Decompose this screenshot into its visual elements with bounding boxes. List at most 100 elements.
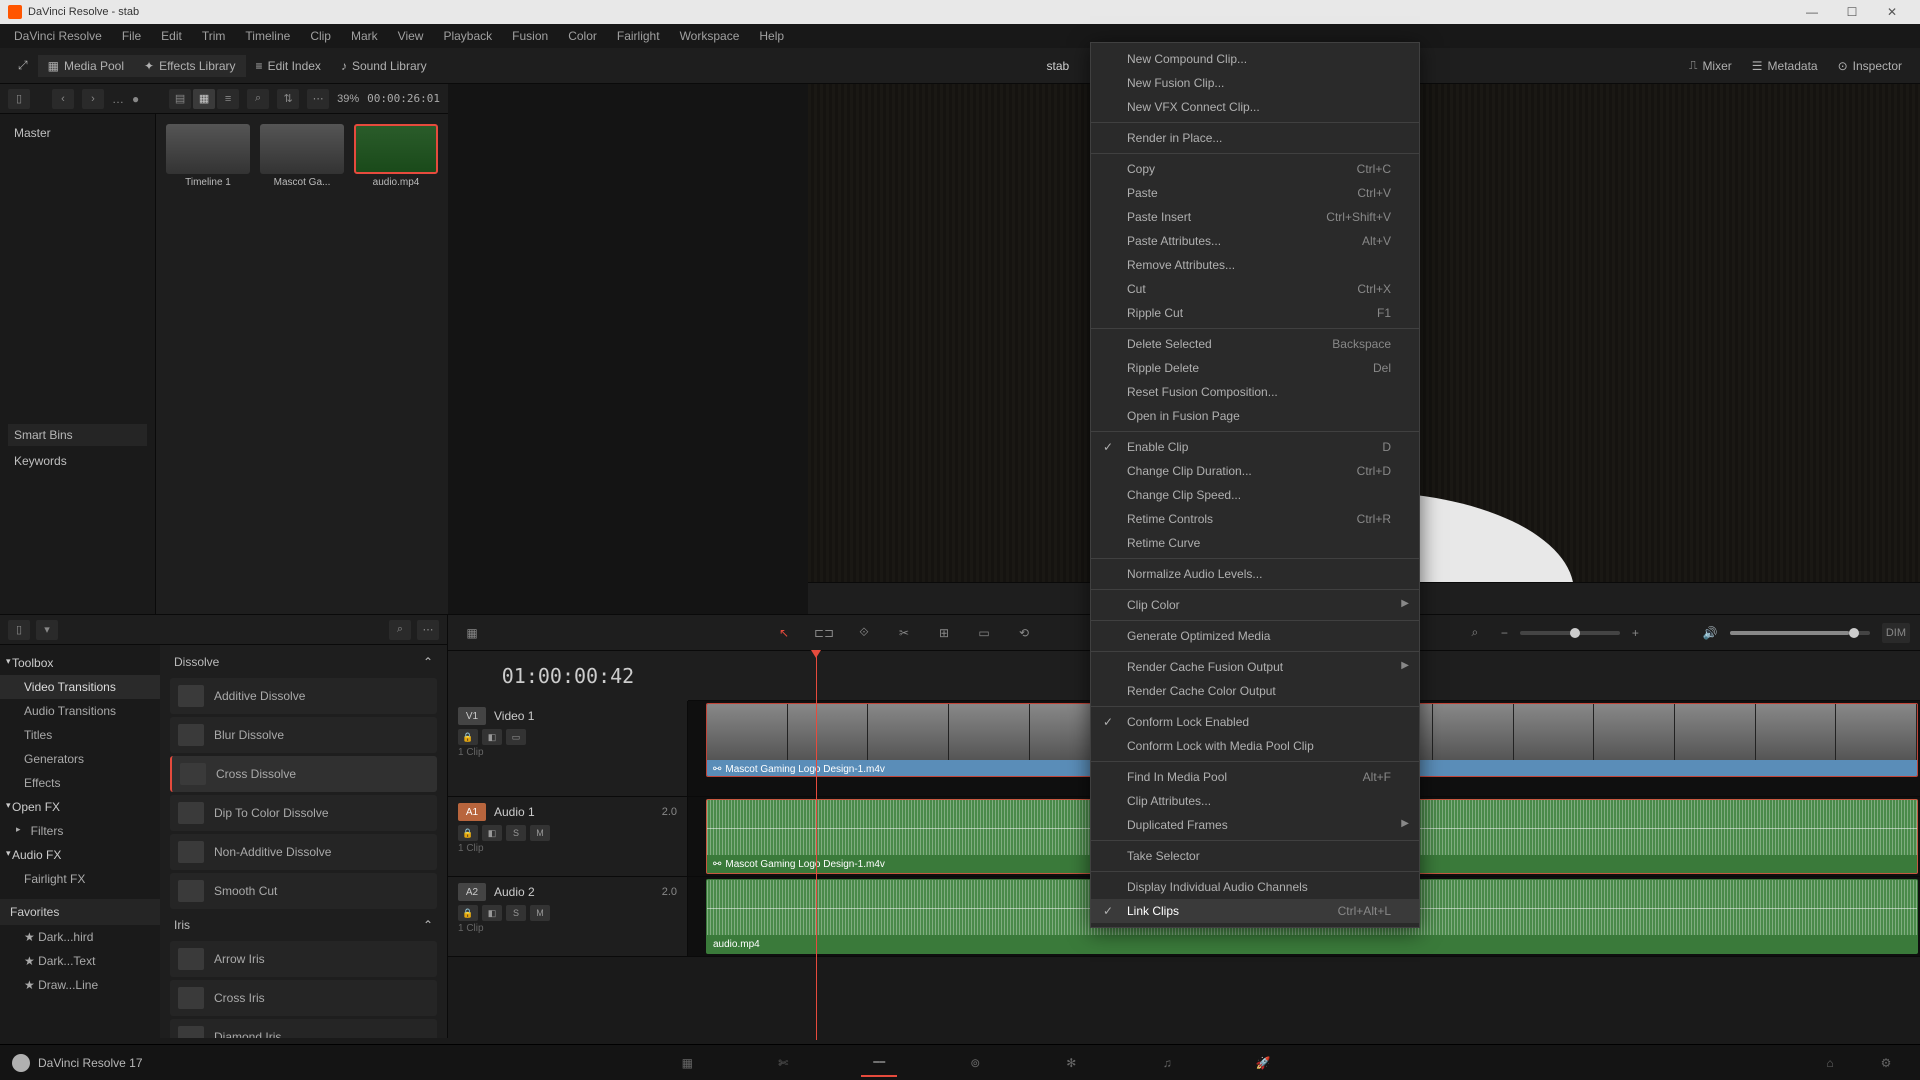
openfx-node[interactable]: ▾Open FX <box>0 795 160 819</box>
context-menu-item[interactable]: New Compound Clip... <box>1091 47 1419 71</box>
menu-view[interactable]: View <box>388 24 434 48</box>
overwrite-tool[interactable]: ▭ <box>970 621 998 645</box>
fx-preset[interactable]: Arrow Iris <box>170 941 437 977</box>
close-button[interactable]: ✕ <box>1872 0 1912 24</box>
nav-fwd-button[interactable]: › <box>82 89 104 109</box>
context-menu-item[interactable]: Ripple DeleteDel <box>1091 356 1419 380</box>
lock-button[interactable]: 🔒 <box>458 825 478 841</box>
fx-preset[interactable]: Non-Additive Dissolve <box>170 834 437 870</box>
effects-library-toggle[interactable]: ✦Effects Library <box>134 55 246 77</box>
context-menu-item[interactable]: ✓Link ClipsCtrl+Alt+L <box>1091 899 1419 923</box>
context-menu-item[interactable]: Remove Attributes... <box>1091 253 1419 277</box>
track-tag[interactable]: A1 <box>458 803 486 821</box>
media-page-button[interactable]: ▦ <box>669 1049 705 1077</box>
video-transitions-node[interactable]: Video Transitions <box>0 675 160 699</box>
auto-select-button[interactable]: ◧ <box>482 729 502 745</box>
context-menu-item[interactable]: Paste Attributes...Alt+V <box>1091 229 1419 253</box>
context-menu-item[interactable]: Ripple CutF1 <box>1091 301 1419 325</box>
list-view-button[interactable]: ≡ <box>217 89 239 109</box>
mute-button[interactable]: M <box>530 905 550 921</box>
context-menu-item[interactable]: Render Cache Color Output <box>1091 679 1419 703</box>
audio-transitions-node[interactable]: Audio Transitions <box>0 699 160 723</box>
snap-button[interactable]: ⌕ <box>1461 621 1489 645</box>
menu-edit[interactable]: Edit <box>151 24 192 48</box>
context-menu-item[interactable]: PasteCtrl+V <box>1091 181 1419 205</box>
menu-workspace[interactable]: Workspace <box>670 24 750 48</box>
playhead[interactable] <box>816 651 817 1040</box>
context-menu-item[interactable]: Change Clip Speed... <box>1091 483 1419 507</box>
fx-preset[interactable]: Cross Dissolve <box>170 756 437 792</box>
context-menu-item[interactable]: Display Individual Audio Channels <box>1091 875 1419 899</box>
sort-button[interactable]: ⇅ <box>277 89 299 109</box>
context-menu-item[interactable]: Change Clip Duration...Ctrl+D <box>1091 459 1419 483</box>
favorite-item[interactable]: ★ Dark...Text <box>0 949 160 973</box>
favorites-header[interactable]: Favorites <box>0 899 160 925</box>
clip-thumbnail[interactable]: Timeline 1 <box>166 124 250 188</box>
blade-tool[interactable]: ✂ <box>890 621 918 645</box>
keywords-bin[interactable]: Keywords <box>8 450 147 472</box>
context-menu-item[interactable]: ✓Enable ClipD <box>1091 435 1419 459</box>
audiofx-node[interactable]: ▾Audio FX <box>0 843 160 867</box>
master-bin[interactable]: Master <box>8 122 147 144</box>
volume-slider[interactable] <box>1730 631 1870 635</box>
context-menu-item[interactable]: Conform Lock with Media Pool Clip <box>1091 734 1419 758</box>
context-menu-item[interactable]: Normalize Audio Levels... <box>1091 562 1419 586</box>
fx-category[interactable]: Dissolve⌃ <box>164 649 443 675</box>
disable-button[interactable]: ▭ <box>506 729 526 745</box>
edit-index-toggle[interactable]: ≡Edit Index <box>246 55 331 77</box>
expand-button[interactable]: ⤢ <box>8 54 38 77</box>
zoom-out-icon[interactable]: − <box>1501 626 1508 640</box>
speaker-icon[interactable]: 🔊 <box>1703 626 1718 640</box>
mixer-toggle[interactable]: ⎍Mixer <box>1679 54 1742 77</box>
menu-davinci[interactable]: DaVinci Resolve <box>4 24 112 48</box>
context-menu-item[interactable]: Retime ControlsCtrl+R <box>1091 507 1419 531</box>
lock-button[interactable]: 🔒 <box>458 905 478 921</box>
track-header[interactable]: A2Audio 22.0 🔒◧SM 1 Clip <box>448 877 688 956</box>
titles-node[interactable]: Titles <box>0 723 160 747</box>
track-tag[interactable]: A2 <box>458 883 486 901</box>
fx-preset[interactable]: Blur Dissolve <box>170 717 437 753</box>
menu-trim[interactable]: Trim <box>192 24 236 48</box>
fairlightfx-node[interactable]: Fairlight FX <box>0 867 160 891</box>
metadata-view-button[interactable]: ▤ <box>169 89 191 109</box>
fx-preset[interactable]: Cross Iris <box>170 980 437 1016</box>
timeline-timecode[interactable]: 01:00:00:42 <box>502 664 634 688</box>
timeline-view-button[interactable]: ▦ <box>458 621 486 645</box>
track-header[interactable]: V1Video 1 🔒◧▭ 1 Clip <box>448 701 688 796</box>
context-menu-item[interactable]: Retime Curve <box>1091 531 1419 555</box>
fx-search-button[interactable]: ⌕ <box>389 620 411 640</box>
viewer-zoom[interactable]: 39% <box>337 93 359 105</box>
edit-page-button[interactable]: ⎯⎯ <box>861 1049 897 1077</box>
smart-bins-header[interactable]: Smart Bins <box>8 424 147 446</box>
context-menu-item[interactable]: New Fusion Clip... <box>1091 71 1419 95</box>
filters-node[interactable]: ▸ Filters <box>0 819 160 843</box>
menu-timeline[interactable]: Timeline <box>235 24 300 48</box>
minimize-button[interactable]: — <box>1792 0 1832 24</box>
context-menu-item[interactable]: Clip Color▶ <box>1091 593 1419 617</box>
fx-layout-button[interactable]: ▯ <box>8 620 30 640</box>
favorite-item[interactable]: ★ Dark...hird <box>0 925 160 949</box>
fx-options-button[interactable]: ⋯ <box>417 620 439 640</box>
project-settings-button[interactable]: ⚙ <box>1868 1049 1904 1077</box>
clip-thumbnail[interactable]: audio.mp4 <box>354 124 438 188</box>
menu-fusion[interactable]: Fusion <box>502 24 558 48</box>
auto-select-button[interactable]: ◧ <box>482 825 502 841</box>
favorite-item[interactable]: ★ Draw...Line <box>0 973 160 997</box>
menu-file[interactable]: File <box>112 24 151 48</box>
search-button[interactable]: ⌕ <box>247 89 269 109</box>
deliver-page-button[interactable]: 🚀 <box>1245 1049 1281 1077</box>
fx-dropdown-button[interactable]: ▾ <box>36 620 58 640</box>
menu-help[interactable]: Help <box>749 24 794 48</box>
pool-options-button[interactable]: ⋯ <box>307 89 329 109</box>
context-menu-item[interactable]: Find In Media PoolAlt+F <box>1091 765 1419 789</box>
context-menu-item[interactable]: ✓Conform Lock Enabled <box>1091 710 1419 734</box>
fx-category[interactable]: Iris⌃ <box>164 912 443 938</box>
maximize-button[interactable]: ☐ <box>1832 0 1872 24</box>
solo-button[interactable]: S <box>506 905 526 921</box>
zoom-slider[interactable] <box>1520 631 1620 635</box>
home-button[interactable]: ⌂ <box>1812 1049 1848 1077</box>
inspector-toggle[interactable]: ⊙Inspector <box>1828 55 1912 77</box>
generators-node[interactable]: Generators <box>0 747 160 771</box>
cut-page-button[interactable]: ✄ <box>765 1049 801 1077</box>
nav-back-button[interactable]: ‹ <box>52 89 74 109</box>
